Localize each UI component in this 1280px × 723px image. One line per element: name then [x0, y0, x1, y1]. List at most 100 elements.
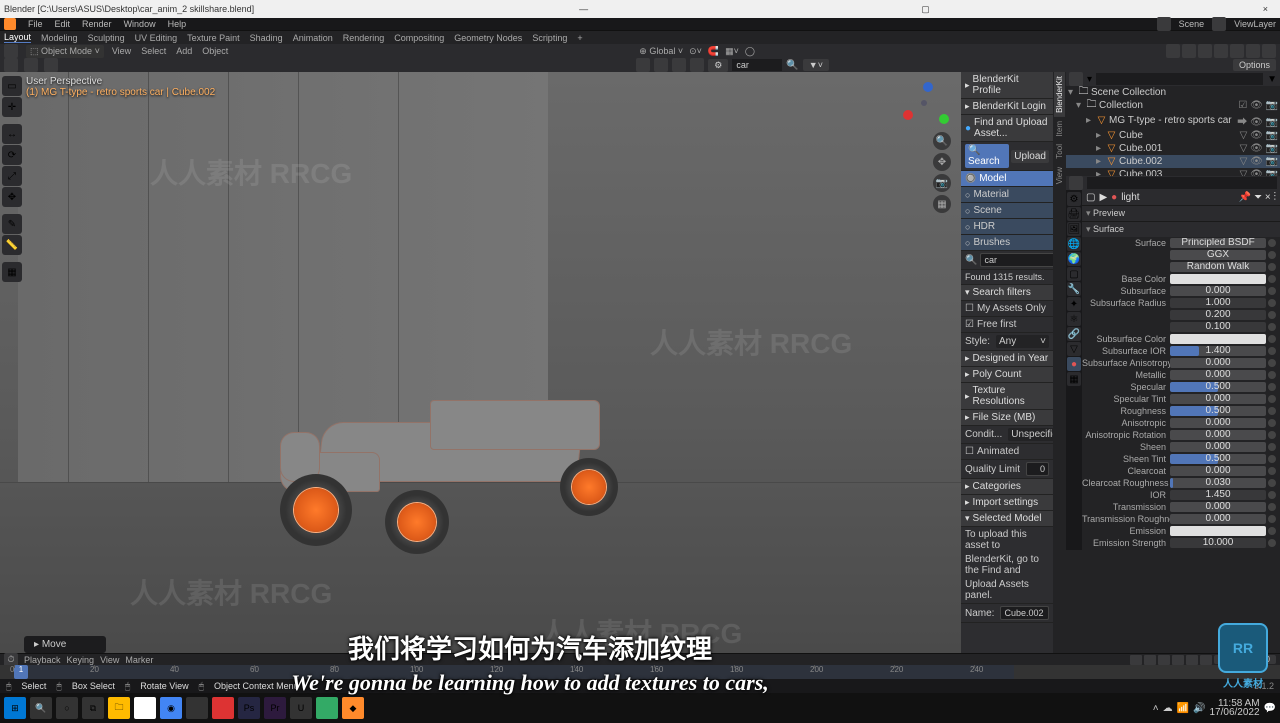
tool-measure[interactable]: 📏 [2, 235, 22, 255]
ws-modeling[interactable]: Modeling [41, 33, 78, 43]
menu-select[interactable]: Select [141, 46, 166, 56]
bk-condition-select[interactable]: Condit...Unspecified˅ [961, 426, 1053, 444]
ws-layout[interactable]: Layout [4, 32, 31, 43]
tool-cursor[interactable]: ✛ [2, 97, 22, 117]
ws-render[interactable]: Rendering [343, 33, 385, 43]
shade-opt1-icon[interactable] [636, 58, 650, 72]
ws-script[interactable]: Scripting [532, 33, 567, 43]
tool-select[interactable]: ▭ [2, 76, 22, 96]
bk-filter-poly[interactable]: ▸ Poly Count [961, 367, 1053, 383]
bk-filters-header[interactable]: ▾ Search filters [961, 285, 1053, 301]
mode-select[interactable]: ⬚ Object Mode ˅ [26, 45, 104, 58]
tool-opt-icon[interactable] [4, 58, 18, 72]
nav-gizmo[interactable] [901, 80, 951, 130]
vtab-blenderkit[interactable]: BlenderKit [1054, 72, 1065, 117]
zoom-icon[interactable]: 🔍 [933, 132, 951, 150]
tool-annotate[interactable]: ✎ [2, 214, 22, 234]
orientation-select[interactable]: ⊕ Global ˅ [639, 46, 683, 57]
shade-opt3-icon[interactable] [672, 58, 686, 72]
prop-tab-material[interactable]: ● [1067, 357, 1081, 371]
bk-filter-year[interactable]: ▸ Designed in Year [961, 351, 1053, 367]
acc-preview[interactable]: Preview [1082, 205, 1280, 221]
persp-icon[interactable]: ▦ [933, 195, 951, 213]
tool-opt3-icon[interactable] [44, 58, 58, 72]
prop-tab-physics[interactable]: ⚛ [1067, 312, 1081, 326]
prop-tab-world[interactable]: 🌍 [1067, 252, 1081, 266]
viewlayer-name[interactable]: ViewLayer [1234, 19, 1276, 29]
editor-type-icon[interactable] [4, 44, 18, 58]
tool-addcube[interactable]: ▦ [2, 262, 22, 282]
bk-cat-brush[interactable]: ○ Brushes [961, 235, 1053, 251]
vtab-view[interactable]: View [1054, 163, 1065, 188]
bk-cat-hdr[interactable]: ○ HDR [961, 219, 1053, 235]
bk-profile-header[interactable]: ▸ BlenderKit Profile [961, 72, 1053, 99]
prop-tab-render[interactable]: ⚙ [1067, 192, 1081, 206]
xray-icon[interactable] [1198, 44, 1212, 58]
task-app4-icon[interactable] [316, 697, 338, 719]
window-close-icon[interactable]: × [1255, 4, 1276, 14]
prop-tab-constraint[interactable]: 🔗 [1067, 327, 1081, 341]
tray-clock[interactable]: 11:58 AM 17/06/2022 [1209, 699, 1259, 717]
task-pr-icon[interactable]: Pr [264, 697, 286, 719]
bk-selected-model-header[interactable]: ▾ Selected Model [961, 511, 1053, 527]
next-key-icon[interactable] [1186, 655, 1198, 665]
prop-tab-output[interactable]: 🖨 [1067, 207, 1081, 221]
scene-name[interactable]: Scene [1179, 19, 1205, 29]
scene-icon[interactable] [1157, 17, 1171, 31]
prop-tab-data[interactable]: ▽ [1067, 342, 1081, 356]
bk-animated-check[interactable]: ☐Animated [961, 444, 1053, 460]
menu-file[interactable]: File [28, 19, 43, 29]
task-app3-icon[interactable] [212, 697, 234, 719]
camera-icon[interactable]: 📷 [933, 174, 951, 192]
search-icon[interactable]: 🔍 [786, 60, 798, 71]
play-rev-icon[interactable] [1158, 655, 1170, 665]
viewport-3d[interactable]: ▭ ✛ ↔ ⟳ ⤢ ✥ ✎ 📏 ▦ User Perspective (1) M… [0, 72, 961, 653]
ws-anim[interactable]: Animation [293, 33, 333, 43]
prop-tab-viewlayer[interactable]: 🖼 [1067, 222, 1081, 236]
bk-style-select[interactable]: Style:Any˅ [961, 333, 1053, 351]
ws-comp[interactable]: Compositing [394, 33, 444, 43]
tool-scale[interactable]: ⤢ [2, 166, 22, 186]
jump-start-icon[interactable] [1130, 655, 1142, 665]
ws-uv[interactable]: UV Editing [135, 33, 178, 43]
ws-geom[interactable]: Geometry Nodes [454, 33, 522, 43]
outliner-search-input[interactable] [1096, 73, 1263, 85]
ws-sculpting[interactable]: Sculpting [88, 33, 125, 43]
prev-key-icon[interactable] [1144, 655, 1156, 665]
bk-login-header[interactable]: ▸ BlenderKit Login [961, 99, 1053, 115]
shade-opt2-icon[interactable] [654, 58, 668, 72]
outliner-filter-icon[interactable]: ▼ [1267, 74, 1277, 85]
bk-import-header[interactable]: ▸ Import settings [961, 495, 1053, 511]
menu-help[interactable]: Help [168, 19, 187, 29]
bk-filter-filesize[interactable]: ▸ File Size (MB) [961, 410, 1053, 426]
bk-quality-slider[interactable]: Quality Limit0 [961, 460, 1053, 479]
props-breadcrumb[interactable]: ▢▶●light📌 ⏷ × ⋮ [1082, 190, 1280, 205]
pivot-icon[interactable]: ⊙˅ [689, 46, 702, 57]
viewlayer-icon[interactable] [1212, 17, 1226, 31]
task-ps-icon[interactable]: Ps [238, 697, 260, 719]
task-explorer-icon[interactable]: 🗀 [108, 697, 130, 719]
task-app2-icon[interactable] [186, 697, 208, 719]
tool-opt2-icon[interactable] [24, 58, 38, 72]
vtab-tool[interactable]: Tool [1054, 140, 1065, 163]
outliner-type-icon[interactable] [1069, 72, 1083, 86]
overlays-icon[interactable] [1182, 44, 1196, 58]
prop-tab-particle[interactable]: ✦ [1067, 297, 1081, 311]
window-min-icon[interactable]: — [571, 4, 596, 14]
start-button[interactable]: ⊞ [4, 697, 26, 719]
shading-render-icon[interactable] [1262, 44, 1276, 58]
task-cortana-icon[interactable]: ○ [56, 697, 78, 719]
bk-cat-scene[interactable]: ○ Scene [961, 203, 1053, 219]
bk-cat-material[interactable]: ○ Material [961, 187, 1053, 203]
task-search-icon[interactable]: 🔍 [30, 697, 52, 719]
propedit-icon[interactable]: ◯ [745, 46, 755, 57]
system-tray[interactable]: ˄ ☁ 📶 🔊 11:58 AM 17/06/2022 💬 [1153, 699, 1276, 717]
play-icon[interactable] [1172, 655, 1184, 665]
filter-icon[interactable]: ▼˅ [803, 59, 829, 71]
bk-cat-model[interactable]: 🔘 Model [961, 171, 1053, 187]
ws-shading[interactable]: Shading [250, 33, 283, 43]
bk-own-assets-check[interactable]: ☐My Assets Only [961, 301, 1053, 317]
acc-surface[interactable]: Surface [1082, 221, 1280, 237]
tool-rotate[interactable]: ⟳ [2, 145, 22, 165]
tool-move[interactable]: ↔ [2, 124, 22, 144]
